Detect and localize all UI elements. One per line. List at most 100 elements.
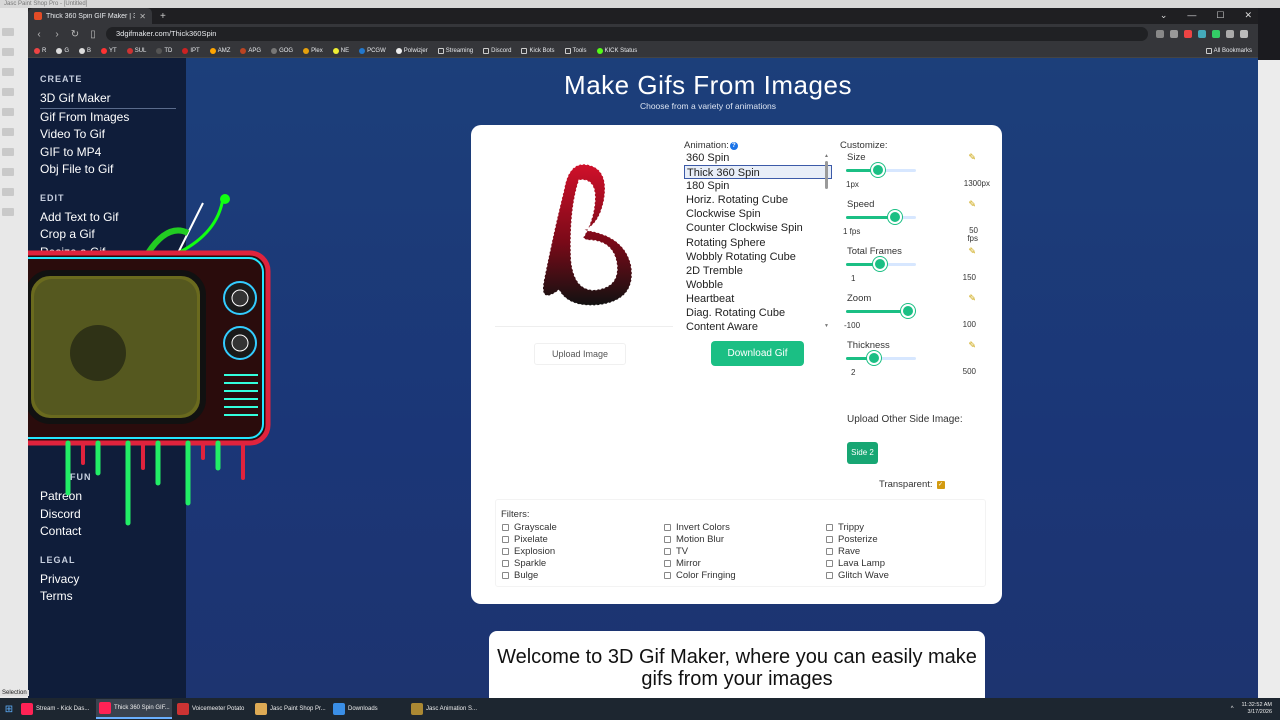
- bookmark-item[interactable]: Plex: [303, 47, 323, 54]
- tool-icon[interactable]: [2, 148, 14, 156]
- sidebar-link-video-to-gif[interactable]: Video To Gif: [40, 126, 186, 144]
- animation-option[interactable]: 2D Tremble: [684, 264, 832, 278]
- sidebar-link-3d-gif-maker[interactable]: 3D Gif Maker: [40, 90, 176, 109]
- tool-icon[interactable]: [2, 68, 14, 76]
- maximize-icon[interactable]: ☐: [1216, 10, 1224, 21]
- animation-option[interactable]: 180 Spin: [684, 179, 832, 193]
- scrollbar-thumb[interactable]: [825, 161, 828, 189]
- folder-item[interactable]: Discord: [483, 47, 511, 54]
- browser-tab[interactable]: Thick 360 Spin GIF Maker | 3D GIF Maker …: [28, 8, 152, 24]
- tool-icon[interactable]: [2, 168, 14, 176]
- checkbox[interactable]: [664, 560, 671, 568]
- sidebar-link-privacy[interactable]: Privacy: [40, 571, 186, 589]
- tool-icon[interactable]: [2, 108, 14, 116]
- animation-option-selected[interactable]: Thick 360 Spin: [684, 165, 832, 180]
- pencil-icon[interactable]: ✎: [968, 246, 976, 257]
- bookmark-icon[interactable]: ▯: [88, 29, 98, 40]
- taskbar-item-active[interactable]: Thick 360 Spin GIF...: [96, 699, 172, 719]
- bookmark-item[interactable]: NE: [332, 47, 349, 54]
- extension-icon[interactable]: [1156, 30, 1164, 38]
- checkbox[interactable]: [826, 572, 833, 579]
- taskbar-item[interactable]: Voicemeeter Potato: [174, 699, 250, 719]
- taskbar-item[interactable]: Stream - Kick Das...: [18, 699, 94, 719]
- checkbox[interactable]: [502, 572, 509, 579]
- bookmark-item[interactable]: APG: [240, 47, 261, 54]
- bookmark-item[interactable]: R: [34, 47, 46, 54]
- tool-icon[interactable]: [2, 48, 14, 56]
- pencil-icon[interactable]: ✎: [968, 293, 976, 304]
- new-tab-icon[interactable]: +: [160, 11, 166, 22]
- filter-tv[interactable]: TV: [664, 546, 736, 558]
- checkbox[interactable]: [502, 548, 509, 556]
- download-gif-button[interactable]: Download Gif: [711, 341, 804, 366]
- tool-icon[interactable]: [2, 188, 14, 196]
- animation-option[interactable]: Clockwise Spin: [684, 207, 832, 221]
- download-icon[interactable]: [1226, 30, 1234, 38]
- bookmark-item[interactable]: PCGW: [359, 47, 386, 54]
- checkbox[interactable]: [826, 536, 833, 544]
- chevron-down-icon[interactable]: ⌄: [1160, 10, 1168, 21]
- side-2-button[interactable]: Side 2: [847, 442, 878, 464]
- bookmark-item[interactable]: G: [56, 47, 69, 54]
- all-bookmarks[interactable]: All Bookmarks: [1205, 47, 1252, 54]
- slider-track[interactable]: [846, 216, 916, 219]
- scroll-down-icon[interactable]: ▼: [824, 323, 829, 329]
- filter-mirror[interactable]: Mirror: [664, 558, 736, 570]
- taskbar-item[interactable]: Downloads: [330, 699, 406, 719]
- slider-knob[interactable]: [901, 304, 915, 318]
- checkbox[interactable]: [826, 548, 833, 556]
- animation-option[interactable]: Horiz. Rotating Cube: [684, 193, 832, 207]
- checkbox[interactable]: [664, 548, 671, 556]
- scroll-up-icon[interactable]: ▲: [824, 153, 829, 159]
- bookmark-item[interactable]: AMZ: [209, 47, 230, 54]
- upload-image-button[interactable]: Upload Image: [534, 343, 626, 365]
- tool-icon[interactable]: [2, 28, 14, 36]
- taskbar-item[interactable]: Jasc Animation S...: [408, 699, 484, 719]
- bookmark-item[interactable]: SUL: [126, 47, 146, 54]
- folder-item[interactable]: Streaming: [437, 47, 473, 54]
- animation-option[interactable]: 360 Spin: [684, 151, 832, 165]
- extension-icon[interactable]: [1184, 30, 1192, 38]
- reload-icon[interactable]: ↻: [70, 29, 80, 40]
- filter-rave[interactable]: Rave: [826, 546, 889, 558]
- checkbox[interactable]: [826, 524, 833, 532]
- transparent-checkbox[interactable]: ✓: [936, 480, 945, 489]
- minimize-icon[interactable]: —: [1187, 10, 1196, 21]
- checkbox[interactable]: [826, 560, 833, 568]
- bookmark-item[interactable]: Polwizjer: [395, 47, 428, 54]
- extension-icon[interactable]: [1212, 30, 1220, 38]
- bookmark-item[interactable]: GOG: [271, 47, 293, 54]
- animation-option[interactable]: Diag. Rotating Cube: [684, 306, 832, 320]
- sidebar-link-gif-from-images[interactable]: Gif From Images: [40, 109, 186, 127]
- bookmark-item[interactable]: YT: [101, 47, 117, 54]
- filter-lava-lamp[interactable]: Lava Lamp: [826, 558, 889, 570]
- tool-icon[interactable]: [2, 208, 14, 216]
- filter-bulge[interactable]: Bulge: [502, 570, 557, 582]
- bookmark-item[interactable]: KICK Status: [596, 47, 637, 54]
- menu-icon[interactable]: [1240, 30, 1248, 38]
- bookmark-item[interactable]: TD: [156, 47, 172, 54]
- filter-invert-colors[interactable]: Invert Colors: [664, 522, 736, 534]
- slider-track[interactable]: [846, 357, 916, 360]
- filter-grayscale[interactable]: Grayscale: [502, 522, 557, 534]
- close-tab-icon[interactable]: ✕: [139, 12, 146, 21]
- filter-pixelate[interactable]: Pixelate: [502, 534, 557, 546]
- animation-option[interactable]: Content Aware: [684, 320, 832, 331]
- tool-icon[interactable]: [2, 88, 14, 96]
- filter-explosion[interactable]: Explosion: [502, 546, 557, 558]
- checkbox[interactable]: [502, 536, 509, 544]
- sidebar-link-gif-to-mp4[interactable]: GIF to MP4: [40, 144, 186, 162]
- checkbox[interactable]: [502, 560, 509, 568]
- slider-knob[interactable]: [888, 210, 902, 224]
- sidebar-link-obj-file-to-gif[interactable]: Obj File to Gif: [40, 161, 186, 179]
- pencil-icon[interactable]: ✎: [968, 199, 976, 210]
- back-icon[interactable]: ‹: [34, 29, 44, 40]
- animation-option[interactable]: Heartbeat: [684, 292, 832, 306]
- checkbox[interactable]: [502, 524, 509, 532]
- slider-knob[interactable]: [873, 257, 887, 271]
- url-field[interactable]: 3dgifmaker.com/Thick360Spin: [106, 27, 1148, 41]
- checkbox[interactable]: [664, 536, 671, 544]
- listbox-scrollbar[interactable]: ▲ ▼: [824, 153, 830, 329]
- filter-motion-blur[interactable]: Motion Blur: [664, 534, 736, 546]
- bookmark-item[interactable]: IPT: [182, 47, 200, 54]
